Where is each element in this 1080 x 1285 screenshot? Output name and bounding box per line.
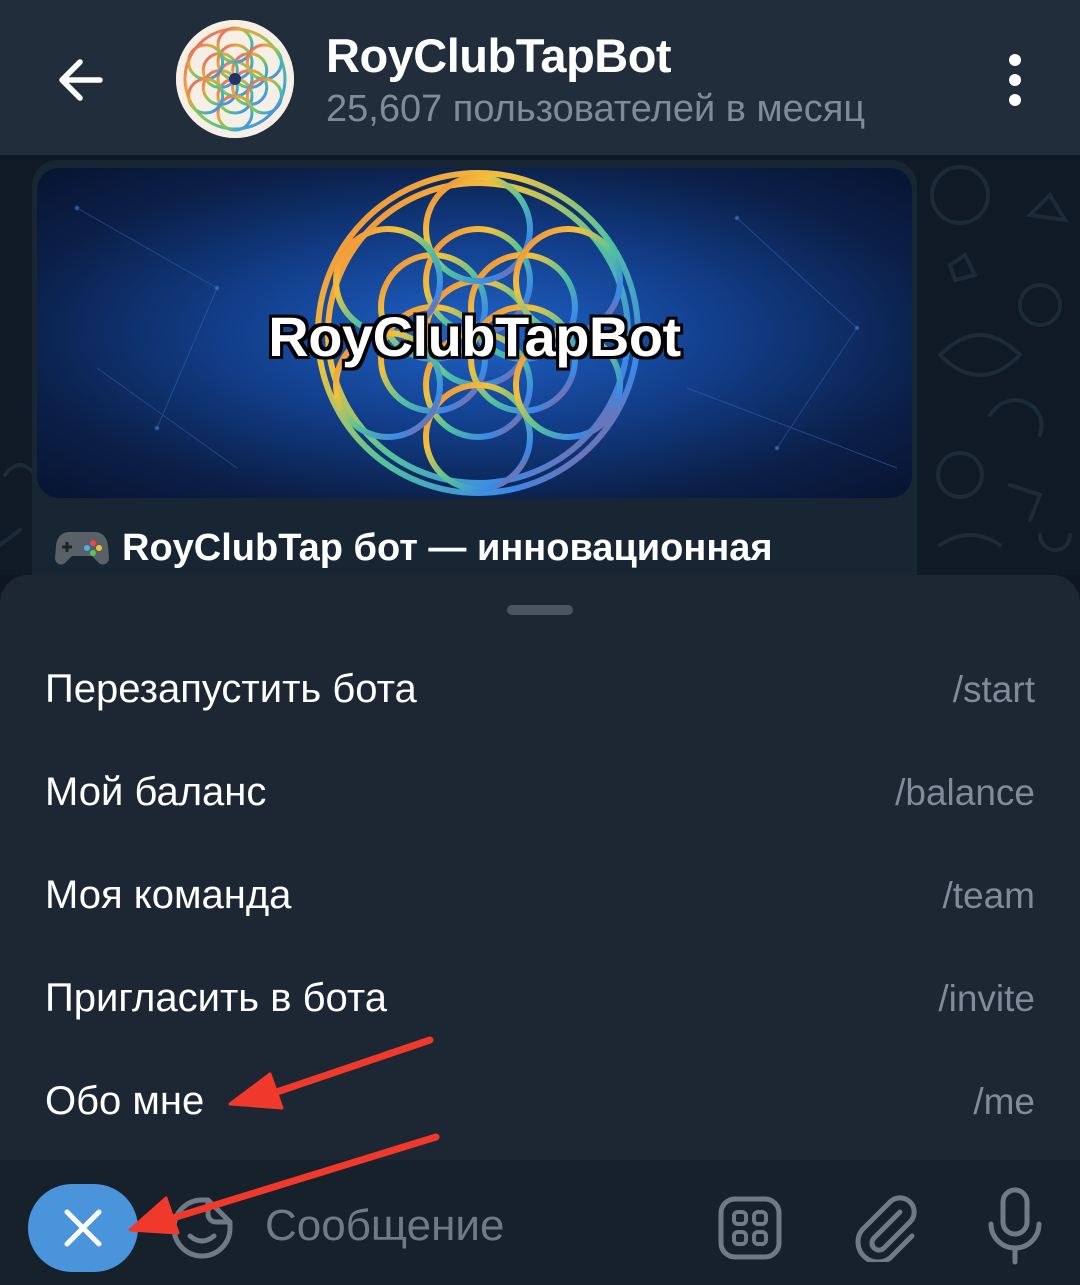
command-label: Перезапустить бота [45,667,417,711]
command-item-me[interactable]: Обо мне /me [0,1053,1080,1156]
command-label: Моя команда [45,873,292,917]
chat-header: RoyClubTapBot 25,607 пользователей в мес… [0,0,1080,155]
command-name: /start [952,669,1035,710]
bot-avatar[interactable] [176,20,294,138]
paperclip-icon [855,1195,917,1265]
banner-title: RoyClubTapBot [268,305,681,368]
more-vertical-icon [1009,54,1021,106]
microphone-icon [988,1187,1042,1265]
caption-text: RoyClubTap бот — инновационная [122,526,773,569]
sticker-button[interactable] [168,1194,236,1262]
arrow-left-icon [59,59,103,101]
message-input[interactable] [265,1195,685,1257]
sticker-icon [171,1197,233,1259]
command-label: Мой баланс [45,770,267,814]
bot-commands-button[interactable] [716,1194,784,1262]
back-button[interactable] [40,40,120,120]
command-label: Обо мне [45,1079,205,1123]
command-item-team[interactable]: Моя команда /team [0,847,1080,950]
attach-button[interactable] [850,1192,920,1265]
command-label: Пригласить в бота [45,976,388,1020]
message-banner-image[interactable]: RoyClubTapBot [37,168,912,498]
message-caption: RoyClubTap бот — инновационная [54,520,773,575]
game-controller-icon [54,520,110,575]
chat-area[interactable]: RoyClubTapBot RoyClubTap бот — инновацио… [0,155,1080,575]
bot-commands-icon [718,1196,782,1260]
chat-subtitle: 25,607 пользователей в месяц [326,88,866,130]
command-item-balance[interactable]: Мой баланс /balance [0,744,1080,847]
flower-of-life-logo [176,20,294,138]
command-name: /invite [938,978,1035,1019]
message-bubble[interactable]: RoyClubTapBot RoyClubTap бот — инновацио… [32,160,917,575]
drag-handle[interactable] [507,605,573,615]
close-commands-button[interactable] [28,1184,138,1272]
command-item-start[interactable]: Перезапустить бота /start [0,641,1080,744]
chat-title[interactable]: RoyClubTapBot [326,28,672,83]
command-name: /balance [895,772,1035,813]
bot-commands-sheet: Перезапустить бота /start Мой баланс /ba… [0,575,1080,1160]
command-name: /me [973,1081,1035,1122]
voice-record-button[interactable] [985,1186,1045,1266]
more-options-button[interactable] [990,45,1040,115]
command-name: /team [942,875,1035,916]
command-item-invite[interactable]: Пригласить в бота /invite [0,950,1080,1053]
close-icon [64,1209,102,1247]
message-input-bar [0,1160,1080,1285]
